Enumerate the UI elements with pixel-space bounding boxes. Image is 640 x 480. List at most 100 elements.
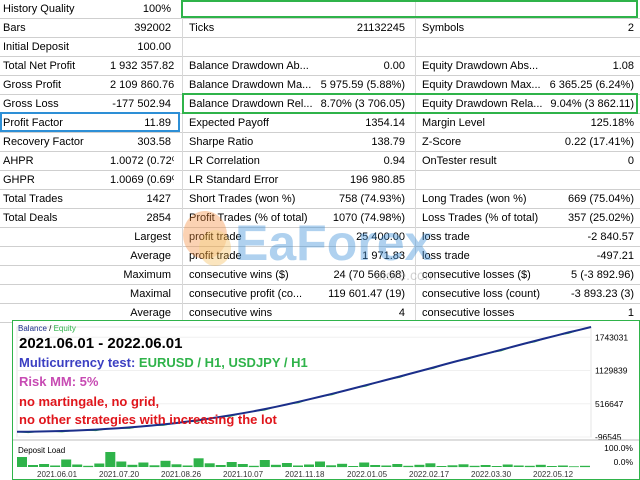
- deposit-load-bar: [447, 465, 458, 468]
- x-tick-label: 2022.03.30: [471, 470, 512, 479]
- multicurrency-pairs: EURUSD / H1, USDJPY / H1: [138, 355, 308, 370]
- report-cell-c1l: Initial Deposit: [3, 41, 70, 53]
- report-cell-c1l: Total Trades: [3, 193, 63, 205]
- report-row: Total Trades 1427 Short Trades (won %) 758 …: [0, 190, 640, 209]
- report-cell-c1v: Maximal: [130, 288, 171, 300]
- report-cell-c1v: 11.89: [144, 117, 171, 129]
- deposit-load-bar: [557, 465, 568, 467]
- report-cell-c1v: 1 932 357.82: [110, 60, 174, 72]
- report-cell-c2l: profit trade: [189, 231, 242, 243]
- report-cell-c2v: 24 (70 566.68): [333, 269, 405, 281]
- report-cell-c1v: 100.00: [137, 41, 171, 53]
- report-cell-c3v: 357 (25.02%): [567, 212, 634, 224]
- report-cell-c2l: Ticks: [189, 22, 215, 34]
- report-cell-c1v: 2854: [146, 212, 171, 224]
- deposit-load-bar: [326, 465, 337, 468]
- report-cell-c2l: Profit Trades (% of total): [189, 212, 308, 224]
- report-cell-c2v: 5 975.59 (5.88%): [320, 79, 405, 91]
- deposit-load-bar: [270, 464, 281, 468]
- report-cell-c1v: 2 109 860.76: [110, 79, 174, 91]
- deposit-load-bar: [259, 460, 270, 467]
- report-cell-c3l: consecutive loss (count): [422, 288, 540, 300]
- column-separator: [415, 0, 416, 320]
- deposit-load-bar: [315, 461, 325, 467]
- balance-chart-panel: 1743031 1129839 516647 -96545 2021.06.01 2021…: [12, 320, 640, 480]
- report-cell-c3v: [549, 38, 637, 57]
- report-cell-c3l: [419, 171, 549, 190]
- report-row: Gross Loss -177 502.94 Balance Drawdown Re…: [0, 95, 640, 114]
- deposit-load-bar: [546, 466, 557, 467]
- report-cell-c3v: 0.22 (17.41%): [564, 136, 634, 148]
- deposit-load-bar: [381, 465, 392, 467]
- report-cell-c2v: [318, 38, 408, 57]
- report-cell-c3l: Equity Drawdown Rela...: [422, 98, 543, 110]
- deposit-load-bar: [72, 464, 83, 467]
- multicurrency-prefix: Multicurrency test:: [19, 355, 139, 370]
- report-cell-c2v: 758 (74.93%): [338, 193, 405, 205]
- deposit-load-bar: [171, 464, 182, 468]
- report-cell-c1l: AHPR: [3, 155, 34, 167]
- deposit-load-bar: [337, 463, 348, 468]
- deposit-load-bar: [138, 462, 149, 467]
- report-cell-c1v: Maximum: [123, 269, 171, 281]
- report-row: AHPR 1.0072 (0.72%) LR Correlation 0.94 OnTe…: [0, 152, 640, 171]
- deposit-load-bar: [39, 464, 50, 467]
- report-cell-c1v: Largest: [134, 231, 171, 243]
- report-cell-c2l: LR Standard Error: [189, 174, 279, 186]
- report-cell-c3v: -2 840.57: [587, 231, 634, 243]
- report-cell-c3v: -497.21: [596, 250, 634, 262]
- deposit-load-bar: [348, 466, 359, 467]
- report-row: History Quality 100%: [0, 0, 640, 19]
- report-cell-c2l: [186, 38, 318, 57]
- report-cell-c1l: Bars: [3, 22, 26, 34]
- report-cell-c3v: 5 (-3 892.96): [571, 269, 634, 281]
- report-cell-c2v: 25 400.00: [356, 231, 405, 243]
- report-cell-c3l: [419, 0, 549, 19]
- deposit-load-bar: [480, 465, 491, 467]
- report-cell-c1l: Total Deals: [3, 212, 58, 224]
- deposit-load-bar: [28, 465, 38, 467]
- x-tick-label: 2022.02.17: [409, 470, 450, 479]
- deposit-load-bar: [50, 465, 61, 467]
- report-cell-c1l: Gross Loss: [3, 98, 59, 110]
- x-tick-label: 2022.05.12: [533, 470, 574, 479]
- report-cell-c3l: Long Trades (won %): [422, 193, 527, 205]
- report-cell-c2v: 8.70% (3 706.05): [320, 98, 405, 110]
- y-tick-label: 1743031: [595, 332, 628, 342]
- legend-separator: /: [46, 324, 54, 333]
- note-no-increasing-lot: no other strategies with increasing the …: [19, 412, 277, 427]
- report-row: Average profit trade 1 971.83 loss trade -49…: [0, 247, 640, 266]
- deposit-load-bar: [436, 466, 447, 467]
- report-cell-c3l: Equity Drawdown Abs...: [422, 60, 539, 72]
- deposit-load-bar: [281, 463, 292, 467]
- report-cell-c2l: Balance Drawdown Rel...: [189, 98, 313, 110]
- multicurrency-label: Multicurrency test: EURUSD / H1, USDJPY …: [19, 355, 308, 370]
- report-row: GHPR 1.0069 (0.69%) LR Standard Error 196 9…: [0, 171, 640, 190]
- deposit-load-label: Deposit Load: [18, 446, 66, 455]
- y-tick-label: 1129839: [595, 366, 628, 376]
- report-cell-c2l: Balance Drawdown Ab...: [189, 60, 309, 72]
- deposit-load-bar: [116, 461, 127, 467]
- report-cell-c1v: 1.0072 (0.72%): [110, 155, 174, 167]
- report-row: Recovery Factor 303.58 Sharpe Ratio 138.79 Z…: [0, 133, 640, 152]
- deposit-load-bar: [226, 462, 237, 467]
- report-cell-c2l: Balance Drawdown Ma...: [189, 79, 312, 91]
- report-row: Initial Deposit 100.00: [0, 38, 640, 57]
- report-cell-c1v: 1.0069 (0.69%): [110, 174, 174, 186]
- deposit-load-bar: [204, 463, 215, 468]
- deposit-load-bar: [61, 459, 72, 467]
- report-table: History Quality 100% Bars 392002 Ticks 211322…: [0, 0, 640, 323]
- report-cell-c2v: 196 980.85: [349, 174, 405, 186]
- report-cell-c1l: [0, 285, 110, 304]
- deposit-pct-bottom: 0.0%: [613, 457, 633, 467]
- report-cell-c1l: [0, 266, 110, 285]
- deposit-load-bar: [248, 465, 259, 468]
- report-cell-c2v: 21132245: [356, 22, 405, 34]
- report-cell-c3l: loss trade: [422, 250, 470, 262]
- report-cell-c3v: 2: [627, 22, 634, 34]
- report-cell-c1v: 1427: [146, 193, 171, 205]
- report-cell-c1v: 392002: [134, 22, 171, 34]
- report-cell-c1l: GHPR: [3, 174, 35, 186]
- report-cell-c2v: 1354.14: [365, 117, 405, 129]
- report-cell-c3v: 1.08: [612, 60, 634, 72]
